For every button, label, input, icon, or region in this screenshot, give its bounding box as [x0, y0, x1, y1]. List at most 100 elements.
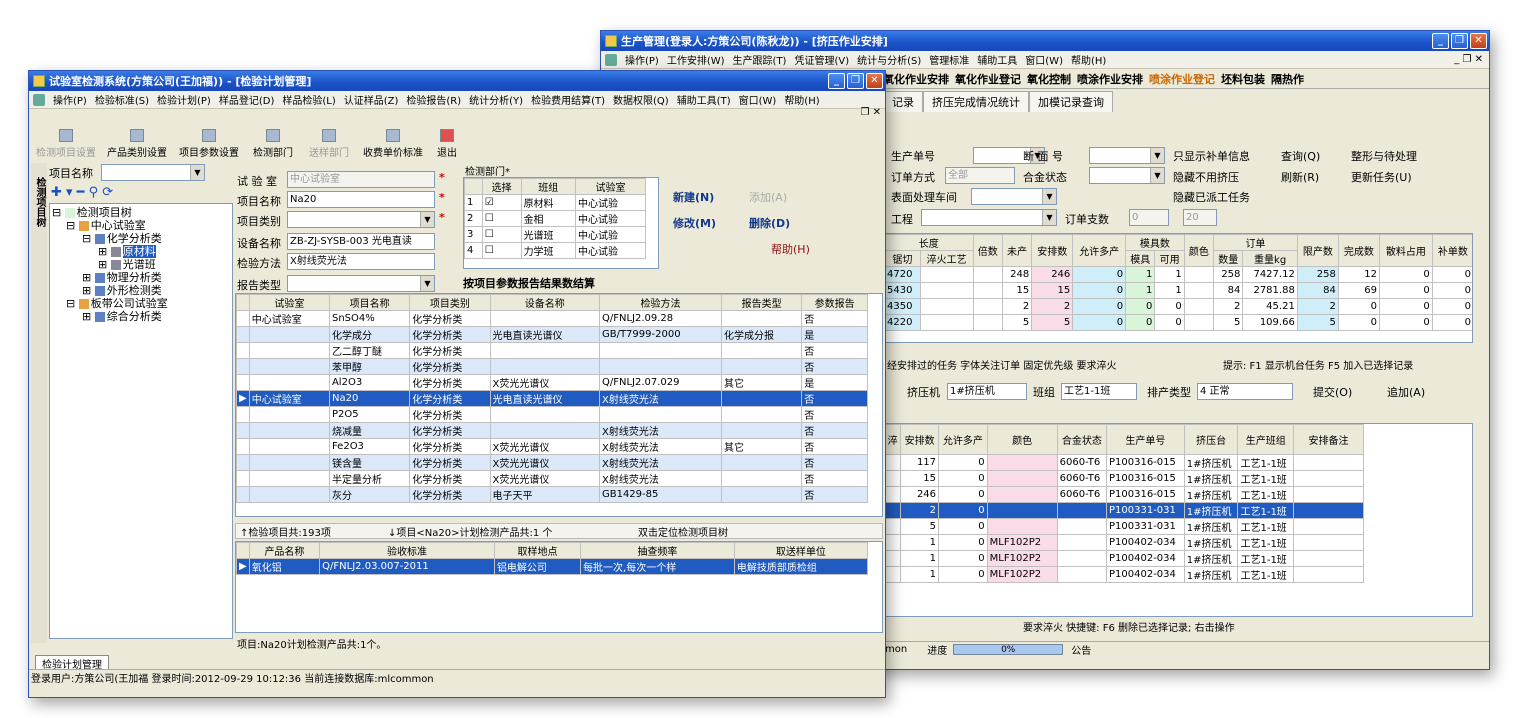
- table-row[interactable]: Fe2O3 化学分析类 X荧光光谱仪 X射线荧光法 其它否: [236, 438, 868, 455]
- mdi-controls[interactable]: ❐ ✕: [860, 107, 881, 118]
- menu-item[interactable]: 数据权限(Q): [613, 92, 669, 107]
- hide-dispatched-checkbox[interactable]: 隐藏已派工任务: [1173, 189, 1250, 205]
- shape-button[interactable]: 整形与待处理: [1351, 148, 1417, 164]
- menu-item[interactable]: 统计与分析(S): [857, 52, 921, 67]
- table-row[interactable]: 5 0 P100331-031 1#挤压机 工艺1-1班: [884, 518, 1364, 535]
- menu-item[interactable]: 检验报告(R): [406, 92, 461, 107]
- table-row[interactable]: 4 ☐ 力学班 中心试验: [464, 242, 647, 259]
- menu-item[interactable]: 帮助(H): [1071, 52, 1106, 67]
- col-header[interactable]: 重量kg: [1242, 250, 1298, 267]
- close-button[interactable]: ✕: [866, 73, 883, 89]
- hide-unused-checkbox[interactable]: 隐藏不用挤压: [1173, 169, 1239, 185]
- col-header[interactable]: 项目名称: [328, 294, 411, 311]
- surface-input[interactable]: ▼: [971, 188, 1057, 205]
- order-type-select[interactable]: 全部: [945, 167, 1015, 184]
- table-row[interactable]: 1 0 MLF102P2 P100402-034 1#挤压机 工艺1-1班: [884, 550, 1364, 567]
- module-tab[interactable]: 氧化控制: [1027, 71, 1071, 88]
- tree-node[interactable]: ⊞ 光谱班: [52, 258, 230, 271]
- order-count-to[interactable]: 20: [1183, 209, 1217, 226]
- table-row[interactable]: 15 0 6060-T6 P100316-015 1#挤压机 工艺1-1班: [884, 470, 1364, 487]
- restore-button[interactable]: ❐: [1451, 33, 1468, 49]
- module-tab[interactable]: 氧化作业登记: [955, 71, 1021, 88]
- table-row[interactable]: 3 ☐ 光谱班 中心试验: [464, 226, 647, 243]
- col-header[interactable]: 散料占用: [1378, 234, 1433, 267]
- page-tab[interactable]: 加模记录查询: [1029, 91, 1113, 112]
- close-button[interactable]: ✕: [1470, 33, 1487, 49]
- select-checkbox[interactable]: ☐: [481, 226, 522, 243]
- col-header[interactable]: 允许多产: [938, 424, 988, 455]
- menu-item[interactable]: 统计分析(Y): [469, 92, 523, 107]
- module-tab[interactable]: 氧化作业安排: [883, 71, 949, 88]
- col-header[interactable]: 完成数: [1337, 234, 1380, 267]
- table-row[interactable]: 烧减量 化学分析类 X射线荧光法 否: [236, 422, 868, 439]
- project-tree[interactable]: ⊟ 检测项目树 ⊟ 中心试验室 ⊟ 化学分析类 ⊞ 原材料 ⊞ 光谱班 ⊞ 物理…: [49, 203, 233, 639]
- category-select[interactable]: ▼: [287, 211, 435, 228]
- table-row[interactable]: 镁含量 化学分析类 X荧光光谱仪 X射线荧光法 否: [236, 454, 868, 471]
- tree-toolbar[interactable]: ✚ ▾ ━ ⚲ ⟳: [51, 185, 113, 200]
- refresh-button[interactable]: 刷新(R): [1281, 169, 1319, 185]
- menu-item[interactable]: 帮助(H): [784, 92, 819, 107]
- shift-select[interactable]: 工艺1-1班: [1061, 383, 1137, 400]
- table-row[interactable]: 4720 248 246 0 1 1 258 7427.12 258 12 0 0: [884, 266, 1472, 283]
- arrangement-grid[interactable]: 淬安排数 允许多产 颜色 合金状态 生产单号 挤压台 生产班组 安排备注 117 0 6060-T…: [883, 423, 1473, 617]
- rtype-select[interactable]: ▼: [287, 275, 435, 292]
- col-header[interactable]: 可用: [1154, 250, 1185, 267]
- col-header[interactable]: 安排备注: [1293, 424, 1364, 455]
- col-header[interactable]: 试验室: [574, 178, 647, 195]
- restore-button[interactable]: ❐: [847, 73, 864, 89]
- help-button[interactable]: 帮助(H): [771, 241, 810, 257]
- col-header[interactable]: 选择: [481, 178, 522, 195]
- add-button[interactable]: 添加(A): [749, 189, 787, 205]
- menu-item[interactable]: 辅助工具(T): [677, 92, 731, 107]
- sort-select[interactable]: 4 正常: [1197, 383, 1293, 400]
- name-input[interactable]: Na20: [287, 191, 435, 208]
- tree-node[interactable]: ⊞ 综合分析类: [52, 310, 230, 323]
- table-row[interactable]: 4350 2 2 0 0 0 2 45.21 2 0 0 0: [884, 298, 1472, 315]
- module-tab[interactable]: 隔热作: [1271, 71, 1304, 88]
- module-tab[interactable]: 坯料包装: [1221, 71, 1265, 88]
- col-header[interactable]: 设备名称: [489, 294, 600, 311]
- col-header[interactable]: 产品名称: [248, 542, 321, 559]
- page-tab[interactable]: 挤压完成情况统计: [923, 91, 1029, 112]
- tree-node[interactable]: ⊞ 物理分析类: [52, 271, 230, 284]
- tree-node[interactable]: ⊟ 中心试验室: [52, 219, 230, 232]
- side-tab[interactable]: 检测项目树: [31, 163, 47, 643]
- table-row[interactable]: P2O5 化学分析类 否: [236, 406, 868, 423]
- col-header[interactable]: 取送样单位: [733, 542, 869, 559]
- col-header[interactable]: 模具数: [1125, 234, 1185, 251]
- only-replenish-checkbox[interactable]: 只显示补单信息: [1173, 148, 1250, 164]
- col-header[interactable]: 允许多产: [1072, 234, 1127, 267]
- tool-sample-dept[interactable]: 送样部门: [305, 129, 353, 159]
- col-header[interactable]: 抽查频率: [580, 542, 735, 559]
- col-header[interactable]: 未产: [1001, 234, 1033, 267]
- menu-item[interactable]: 管理标准: [929, 52, 969, 67]
- table-row[interactable]: 化学成分 化学分析类 光电直读光谱仪 GB/T7999-2000 化学成分报是: [236, 326, 868, 343]
- menu-item[interactable]: 辅助工具: [977, 52, 1017, 67]
- menu-item[interactable]: 认证样品(Z): [344, 92, 399, 107]
- table-row[interactable]: 4220 5 5 0 0 0 5 109.66 5 0 0 0: [884, 314, 1472, 331]
- col-header[interactable]: 报告类型: [720, 294, 803, 311]
- table-row[interactable]: 2 0 P100331-031 1#挤压机 工艺1-1班: [884, 502, 1364, 519]
- table-row[interactable]: 苯甲醇 化学分析类 否: [236, 358, 868, 375]
- append-button[interactable]: 追加(A): [1387, 384, 1425, 400]
- minimize-button[interactable]: _: [828, 73, 845, 89]
- col-header[interactable]: 合金状态: [1056, 424, 1107, 455]
- tree-node[interactable]: ⊟ 化学分析类: [52, 232, 230, 245]
- menu-item[interactable]: 凭证管理(V): [794, 52, 849, 67]
- tool-param-settings[interactable]: 项目参数设置: [175, 129, 243, 159]
- menu-item[interactable]: 窗口(W): [1025, 52, 1063, 67]
- page-tab[interactable]: 记录: [883, 91, 923, 112]
- lab-select[interactable]: 中心试验室: [287, 171, 435, 188]
- col-header[interactable]: 淬火工艺: [919, 250, 974, 267]
- col-header[interactable]: 颜色: [986, 424, 1058, 455]
- col-header[interactable]: 订单: [1213, 234, 1298, 251]
- module-tab[interactable]: 喷涂作业登记: [1149, 71, 1215, 88]
- section-no-input[interactable]: ▼: [1089, 147, 1165, 164]
- col-header[interactable]: 挤压台: [1183, 424, 1239, 455]
- col-header[interactable]: 淬: [884, 424, 902, 455]
- col-header[interactable]: 补单数: [1431, 234, 1472, 267]
- new-button[interactable]: 新建(N): [673, 189, 714, 205]
- table-row[interactable]: 1 ☑ 原材料 中心试验: [464, 194, 647, 211]
- project-grid[interactable]: 试验室 项目名称 项目类别 设备名称 检验方法 报告类型 参数报告 中心试验室 SnSO4% 化…: [235, 293, 883, 517]
- delete-button[interactable]: 删除(D): [749, 215, 790, 231]
